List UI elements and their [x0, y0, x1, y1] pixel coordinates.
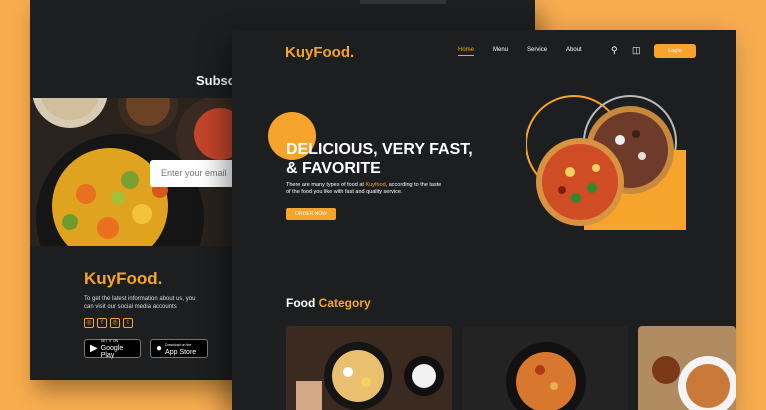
desc-text: , according to the taste: [385, 182, 442, 188]
shopping-bag-icon[interactable]: ◫: [632, 45, 641, 56]
pizza-hero-image: [526, 95, 686, 230]
subscribe-heading: Subsc: [196, 73, 236, 88]
hero-title: DELICIOUS, VERY FAST, & FAVORITE: [286, 140, 486, 178]
search-icon[interactable]: ⚲: [611, 45, 618, 56]
nav-home[interactable]: Home: [458, 47, 475, 56]
login-button[interactable]: Login: [654, 44, 696, 58]
app-store-label: App Store: [165, 348, 197, 356]
brand-logo[interactable]: KuyFood.: [285, 44, 354, 61]
hero-description: There are many types of food at Kuyfood,…: [286, 182, 476, 196]
hero-title-line: & FAVORITE: [286, 160, 381, 177]
category-heading: Food Category: [286, 296, 371, 310]
category-heading-part: Food: [286, 296, 316, 310]
social-links: ◎ f ◎ t: [84, 318, 133, 328]
app-store-small: Download on the: [165, 342, 192, 347]
facebook-icon[interactable]: f: [97, 318, 107, 328]
main-nav: Home Menu Service About: [458, 47, 601, 56]
hero-title-line: DELICIOUS, VERY FAST,: [286, 141, 473, 158]
footer-brand-logo: KuyFood.: [84, 269, 163, 288]
category-heading-accent: Category: [318, 296, 371, 310]
nav-service[interactable]: Service: [527, 47, 547, 56]
footer-info: To get the latest information about us, …: [84, 295, 224, 311]
order-now-button[interactable]: ORDER NOW: [286, 208, 336, 220]
app-store-button[interactable]: ● Download on the App Store: [150, 339, 208, 358]
front-mockup-panel: KuyFood. Home Menu Service About ⚲ ◫ Log…: [232, 30, 736, 410]
desc-text: of the food you like with fast and quali…: [286, 189, 403, 195]
apple-icon: ●: [156, 343, 163, 354]
google-play-small: GET IT ON: [100, 339, 119, 343]
google-play-label: Google Play: [100, 345, 124, 359]
email-input[interactable]: Enter your email: [150, 160, 240, 187]
google-play-icon: ▶: [90, 343, 98, 354]
twitter-icon[interactable]: t: [123, 318, 133, 328]
category-card[interactable]: [638, 326, 736, 410]
nav-about[interactable]: About: [566, 47, 582, 56]
google-play-button[interactable]: ▶ GET IT ON Google Play: [84, 339, 141, 359]
footer-info-line: To get the latest information about us, …: [84, 296, 196, 302]
category-card[interactable]: [286, 326, 452, 410]
desc-text: There are many types of food at: [286, 182, 366, 188]
top-bar: [360, 0, 446, 4]
nav-menu[interactable]: Menu: [493, 47, 508, 56]
instagram-icon[interactable]: ◎: [110, 318, 120, 328]
desc-brand: Kuyfood: [365, 182, 386, 188]
footer-info-line: can visit our social media accounts: [84, 304, 177, 310]
category-card[interactable]: [462, 326, 628, 410]
instagram-icon[interactable]: ◎: [84, 318, 94, 328]
